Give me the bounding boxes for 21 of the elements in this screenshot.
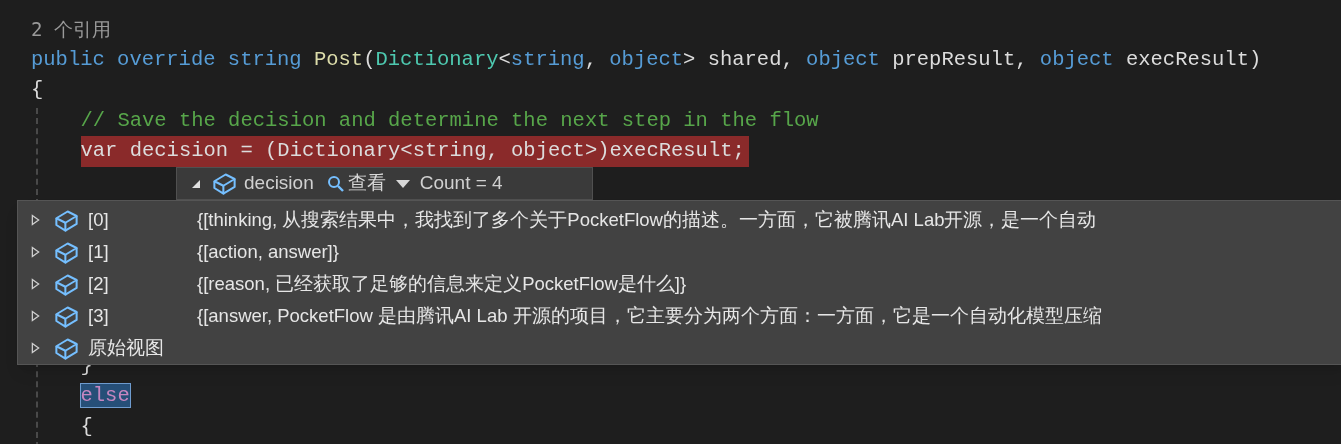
item-name: [0] xyxy=(88,208,110,233)
item-value: {[answer, PocketFlow 是由腾讯AI Lab 开源的项目，它主要分为两个方面：一方面，它是一个自动化模型压缩 xyxy=(197,304,1102,329)
codelens-reference-count[interactable]: 2 个引用 xyxy=(31,14,1341,45)
variable-name: decision xyxy=(244,171,314,196)
item-value: {[thinking, 从搜索结果中，我找到了多个关于PocketFlow的描述。一方面，它被腾讯AI Lab开源，是一个自动 xyxy=(197,208,1097,233)
visualizer-button[interactable]: 查看 xyxy=(325,169,386,198)
code-line: { xyxy=(31,77,44,104)
code-line: public override string Post(Dictionary<string, object> shared, object prepResult, object execResult) xyxy=(31,46,1262,73)
item-name: 原始视图 xyxy=(88,336,164,361)
variable-value: Count = 4 xyxy=(419,171,503,196)
code-line: { xyxy=(80,413,93,440)
collapse-arrow-icon[interactable] xyxy=(191,178,201,189)
code-line: // Save the decision and determine the next step in the flow xyxy=(80,107,819,134)
item-value: {[reason, 已经获取了足够的信息来定义PocketFlow是什么]} xyxy=(197,272,687,297)
item-name: [3] xyxy=(88,304,110,329)
dropdown-caret-icon[interactable] xyxy=(395,179,410,188)
cube-icon xyxy=(211,170,238,197)
search-icon[interactable] xyxy=(325,173,346,194)
item-name: [1] xyxy=(88,240,110,265)
item-name: [2] xyxy=(88,272,110,297)
item-value: {[action, answer]} xyxy=(197,240,339,265)
